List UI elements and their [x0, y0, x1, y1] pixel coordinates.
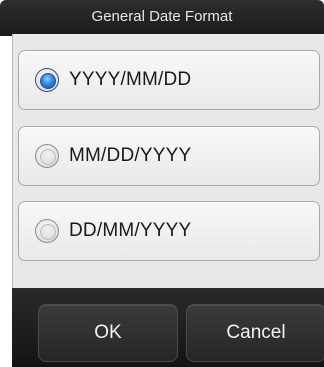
- radio-unselected-icon[interactable]: [35, 219, 59, 243]
- radio-selected-icon[interactable]: [35, 68, 59, 92]
- option-yyyy-mm-dd[interactable]: YYYY/MM/DD: [18, 50, 320, 110]
- option-dd-mm-yyyy[interactable]: DD/MM/YYYY: [18, 201, 320, 261]
- date-format-dialog: General Date Format YYYY/MM/DD MM/DD/YYY…: [0, 0, 324, 367]
- option-mm-dd-yyyy[interactable]: MM/DD/YYYY: [18, 126, 320, 186]
- cancel-button[interactable]: Cancel: [186, 304, 324, 362]
- radio-unselected-icon[interactable]: [35, 144, 59, 168]
- option-label: MM/DD/YYYY: [69, 145, 192, 166]
- option-label: YYYY/MM/DD: [69, 69, 192, 90]
- dialog-title: General Date Format: [91, 8, 233, 25]
- ok-button[interactable]: OK: [38, 304, 178, 362]
- option-label: DD/MM/YYYY: [69, 220, 192, 241]
- dialog-title-bar: General Date Format: [0, 0, 324, 36]
